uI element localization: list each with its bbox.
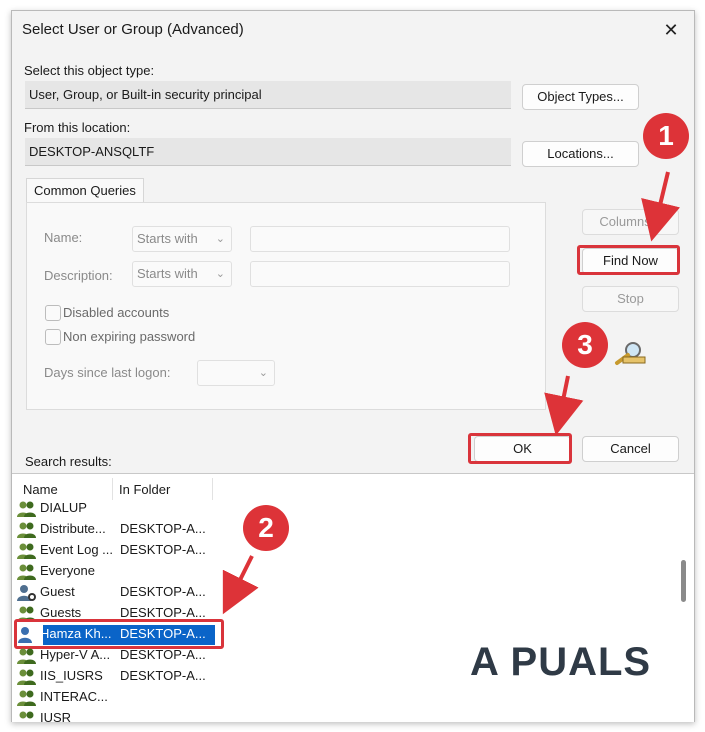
arrow-to-selected-user	[222, 555, 259, 615]
watermark-logo: A PUALS	[470, 640, 652, 684]
annotation-arrows	[222, 171, 681, 615]
arrow-to-ok	[544, 375, 584, 436]
arrow-to-find-now	[641, 171, 681, 242]
